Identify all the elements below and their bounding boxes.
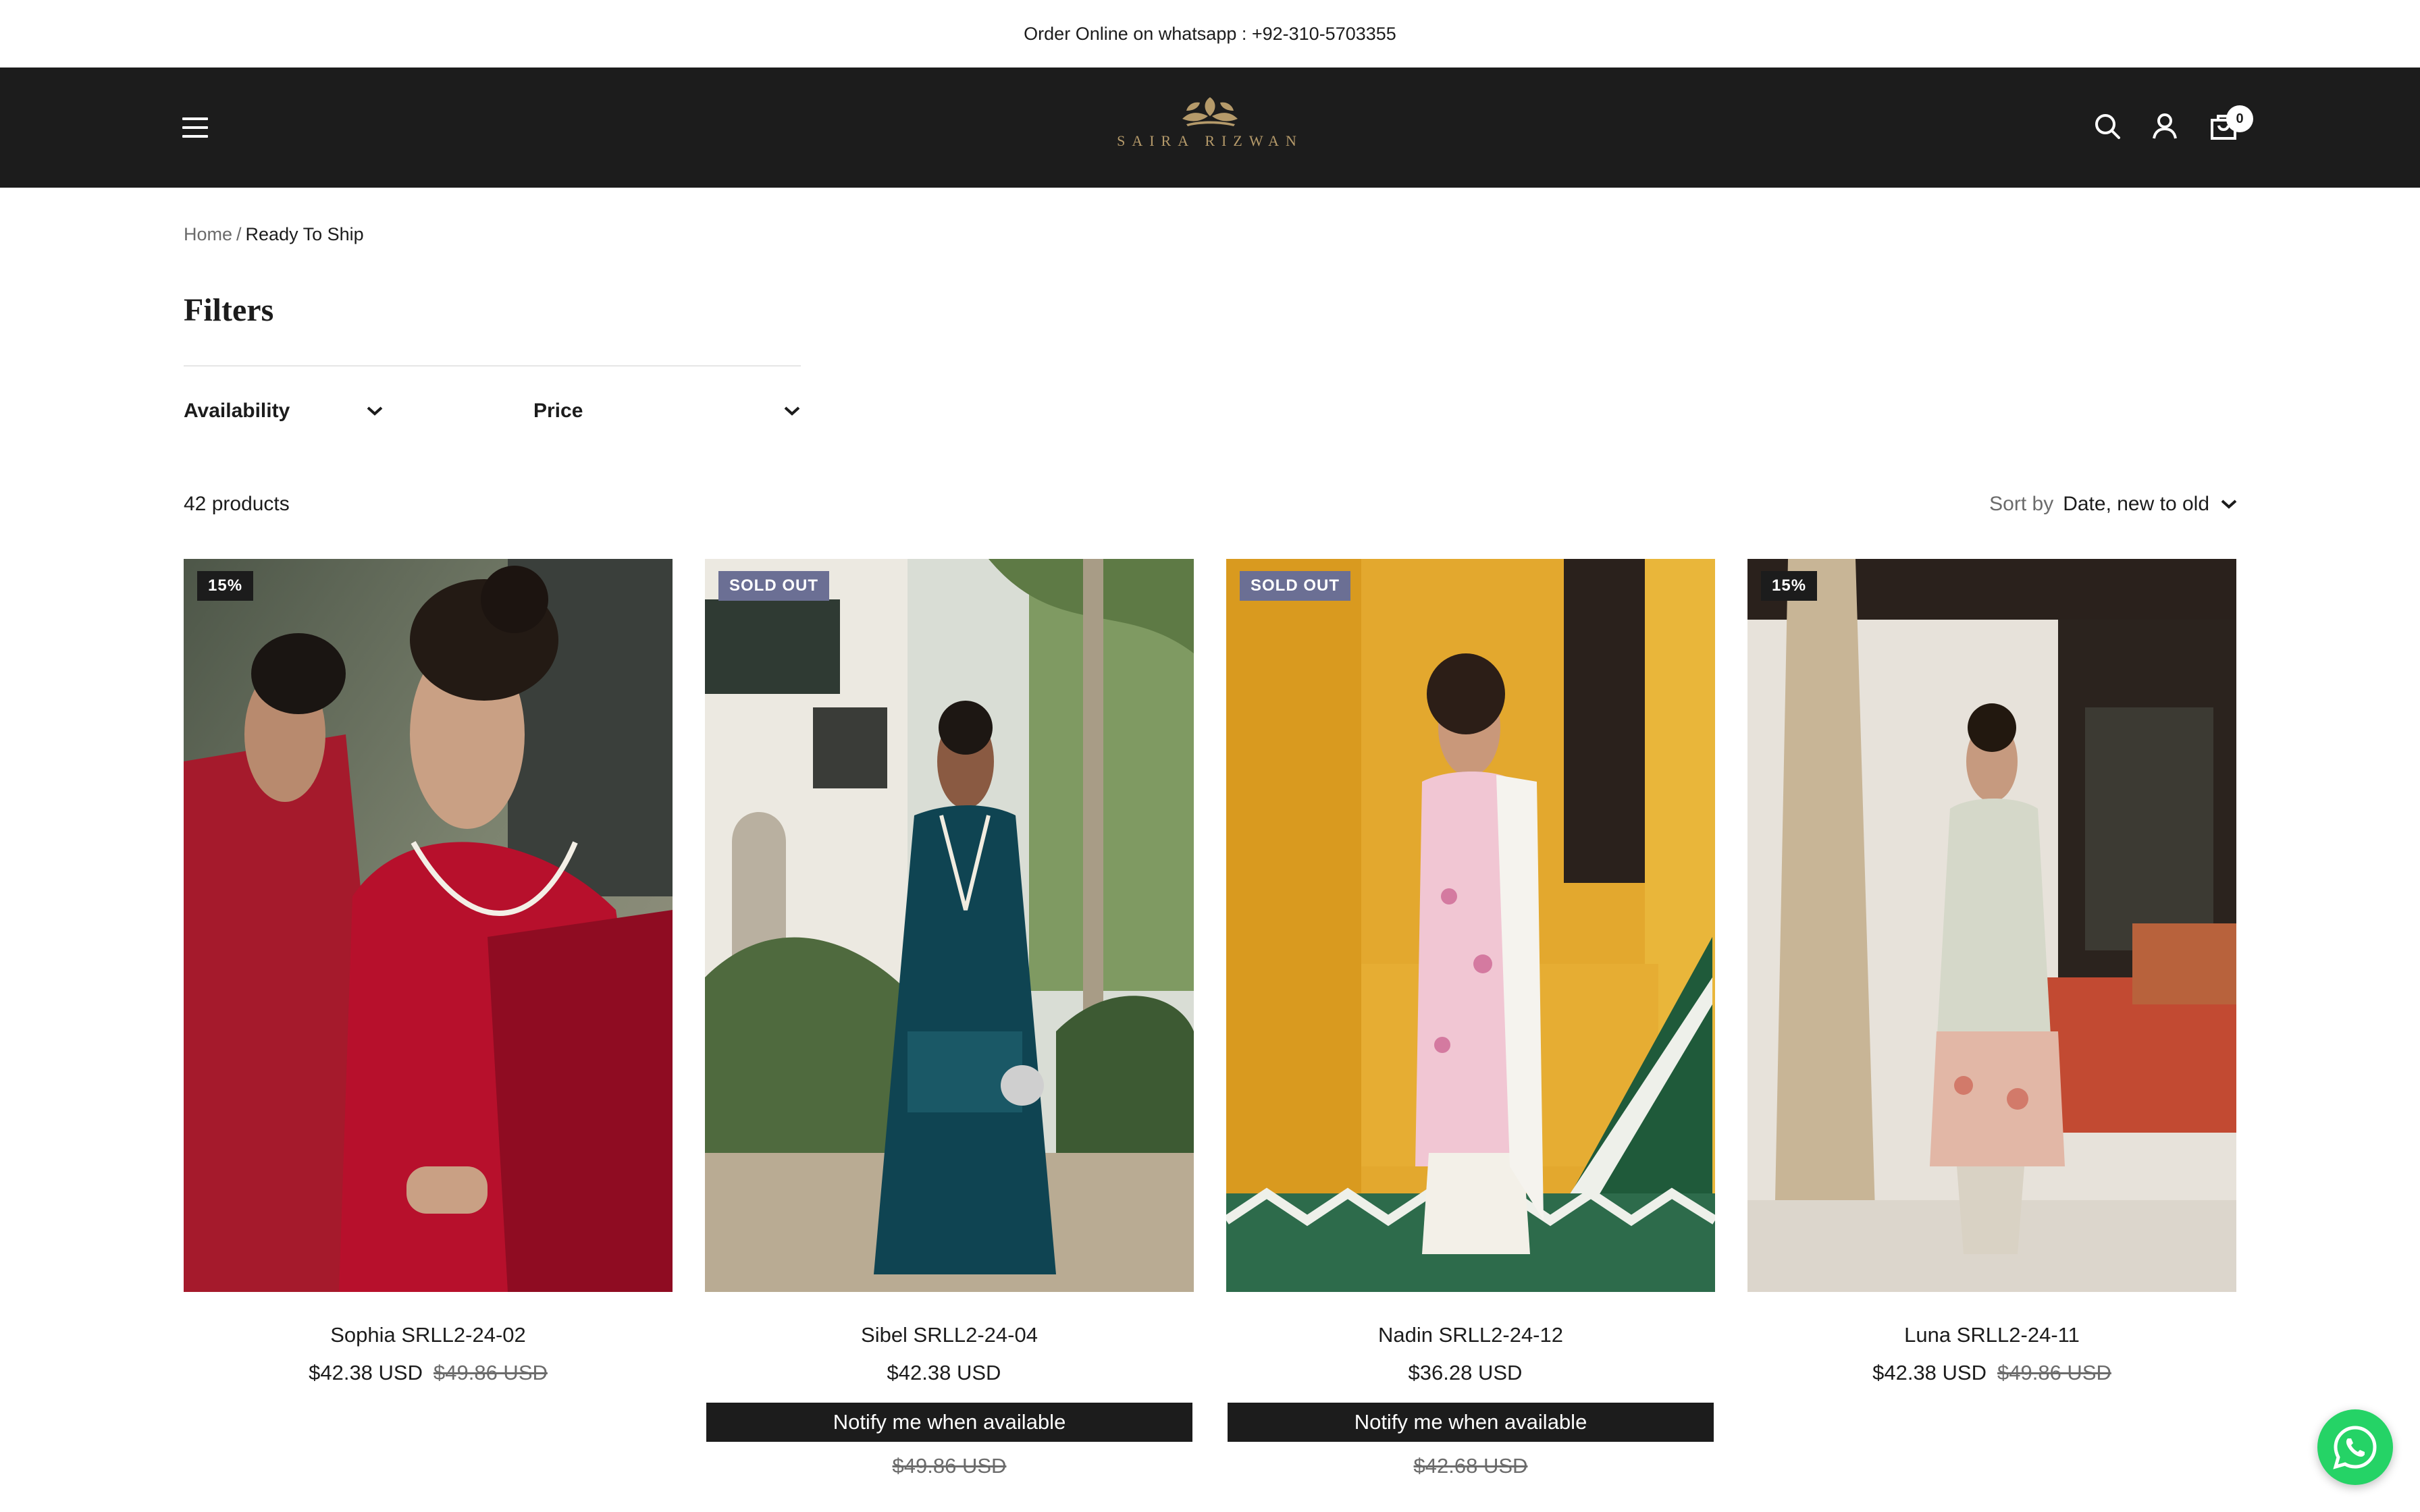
brand-logo[interactable]: SAIRA RIZWAN (1114, 92, 1306, 166)
filters-title: Filters (184, 292, 274, 328)
product-title[interactable]: Luna SRLL2-24-11 (1747, 1323, 2236, 1347)
compare-price: $49.86 USD (433, 1361, 548, 1384)
product-title[interactable]: Sibel SRLL2-24-04 (705, 1323, 1194, 1347)
product-image[interactable]: SOLD OUT (1226, 559, 1715, 1292)
search-icon[interactable] (2092, 111, 2123, 142)
sale-badge: 15% (1761, 571, 1818, 601)
chevron-down-icon (784, 406, 800, 416)
product-count: 42 products (184, 493, 290, 515)
product-card: 15% Luna SRLL2-24-11 $42.38 USD $49.86 US… (1747, 559, 2236, 1385)
whatsapp-icon (2333, 1426, 2377, 1469)
compare-price: $49.86 USD (1997, 1361, 2111, 1384)
cart-count-badge: 0 (2226, 105, 2253, 132)
sale-price: $42.38 USD (887, 1361, 1001, 1384)
logo-leaf-mark-icon (1182, 97, 1238, 126)
account-icon[interactable] (2149, 111, 2180, 142)
sold-out-badge: SOLD OUT (718, 571, 829, 601)
price-filter-label: Price (533, 400, 583, 422)
sale-price: $36.28 USD (1408, 1361, 1523, 1384)
logo-text: SAIRA RIZWAN (1117, 132, 1303, 149)
filters-divider (184, 365, 801, 367)
product-price: $42.38 USD $49.86 USD (1747, 1361, 2236, 1385)
product-card: 15% Sophia SRLL2-24-02 $42.38 USD $49.86 … (184, 559, 673, 1385)
breadcrumb: Home / Ready To Ship (184, 224, 364, 245)
sort-label: Sort by (1989, 493, 2054, 515)
product-price: $42.38 USD $49.86 USD (184, 1361, 673, 1385)
product-image[interactable]: SOLD OUT (705, 559, 1194, 1292)
sort-value: Date, new to old (2063, 493, 2209, 515)
notify-me-button[interactable]: Notify me when available (1228, 1403, 1714, 1442)
product-price: $36.28 USD (1226, 1361, 1715, 1385)
sold-out-badge: SOLD OUT (1240, 571, 1350, 601)
product-price: $42.38 USD (705, 1361, 1194, 1385)
sale-price: $42.38 USD (1872, 1361, 1987, 1384)
compare-price: $49.86 USD (892, 1454, 1007, 1478)
product-card: SOLD OUT Nadin SRLL2-24-12 $36.28 USD No… (1226, 559, 1715, 1478)
product-title[interactable]: Nadin SRLL2-24-12 (1226, 1323, 1715, 1347)
breadcrumb-current: Ready To Ship (245, 224, 364, 244)
chevron-down-icon (367, 406, 383, 416)
breadcrumb-separator: / (236, 224, 242, 244)
sort-dropdown[interactable]: Sort by Date, new to old (1989, 493, 2238, 516)
product-card: SOLD OUT Sibel SRLL2-24-04 $42.38 USD No… (705, 559, 1194, 1478)
sale-price: $42.38 USD (309, 1361, 423, 1384)
product-image[interactable]: 15% (184, 559, 673, 1292)
availability-filter-label: Availability (184, 400, 290, 422)
sale-badge: 15% (197, 571, 254, 601)
chevron-down-icon (2221, 500, 2237, 509)
announcement-bar: Order Online on whatsapp : +92-310-57033… (0, 0, 2420, 68)
announcement-text: Order Online on whatsapp : +92-310-57033… (1024, 23, 1396, 44)
product-image[interactable]: 15% (1747, 559, 2236, 1292)
notify-me-button[interactable]: Notify me when available (706, 1403, 1192, 1442)
availability-filter-button[interactable]: Availability (184, 394, 384, 428)
product-title[interactable]: Sophia SRLL2-24-02 (184, 1323, 673, 1347)
site-header: SAIRA RIZWAN 0 (0, 68, 2420, 188)
breadcrumb-home-link[interactable]: Home (184, 224, 232, 244)
price-filter-button[interactable]: Price (533, 394, 801, 428)
menu-icon[interactable] (182, 117, 208, 138)
whatsapp-chat-button[interactable] (2317, 1409, 2393, 1485)
compare-price: $42.68 USD (1413, 1454, 1528, 1478)
